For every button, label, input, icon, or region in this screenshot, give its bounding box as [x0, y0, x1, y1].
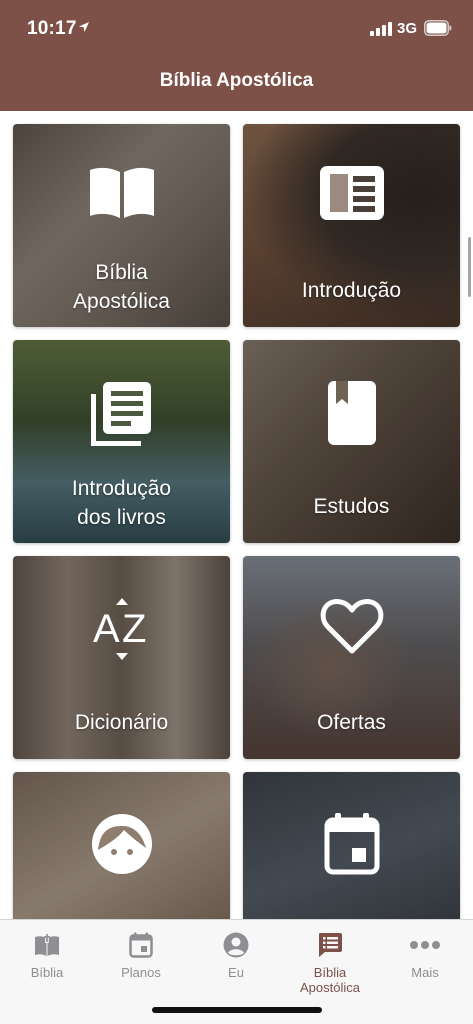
tab-label: Bíblia Apostólica — [300, 965, 360, 995]
tab-label: Bíblia — [30, 965, 64, 980]
app-header: 10:17 3G Bíblia Apostólica — [0, 0, 473, 111]
tile-introducao[interactable]: Introdução — [243, 124, 460, 327]
tile-label: Bíblia Apostólica — [73, 261, 170, 313]
tile-label: Introdução dos livros — [71, 477, 172, 529]
battery-icon — [424, 20, 452, 36]
tile-label: Estudos — [313, 495, 390, 518]
document-icon — [243, 164, 460, 232]
tile-label: Dicionário — [74, 711, 169, 734]
face-icon — [13, 812, 230, 880]
chat-list-icon — [283, 930, 377, 960]
tile-estudos[interactable]: Estudos — [243, 340, 460, 543]
open-book-icon — [13, 164, 230, 232]
home-indicator[interactable] — [152, 1007, 322, 1013]
a-z-sort-icon: A Z — [13, 596, 230, 664]
tile-ofertas[interactable]: Ofertas — [243, 556, 460, 759]
person-icon — [189, 930, 283, 960]
tab-label: Planos — [121, 965, 161, 980]
status-time: 10:17 — [27, 18, 77, 39]
tab-eu[interactable]: Eu — [189, 930, 283, 990]
tile-introducao-dos-livros[interactable]: Introdução dos livros — [13, 340, 230, 543]
tab-label: Eu — [228, 965, 244, 980]
more-dots-icon — [378, 930, 472, 960]
calendar-icon — [243, 812, 460, 880]
tab-biblia[interactable]: Bíblia — [0, 930, 94, 990]
nav-title: Bíblia Apostólica — [159, 70, 314, 91]
tile-label: Ofertas — [317, 711, 386, 734]
scroll-indicator[interactable] — [468, 237, 471, 297]
location-arrow-icon — [79, 22, 89, 32]
svg-text:Z: Z — [122, 607, 146, 651]
calendar-icon — [94, 930, 188, 960]
book-list-icon — [13, 380, 230, 448]
signal-icon — [370, 22, 392, 36]
tab-mais[interactable]: Mais — [378, 930, 472, 990]
network-type: 3G — [397, 20, 418, 37]
status-bar: 10:17 3G — [0, 0, 473, 58]
tab-label: Mais — [411, 965, 439, 980]
tile-plano-de-leitura[interactable] — [243, 772, 460, 919]
tile-label: Introdução — [301, 279, 402, 302]
bible-icon — [0, 930, 94, 960]
tile-personagens[interactable] — [13, 772, 230, 919]
svg-text:A: A — [93, 607, 120, 651]
tile-biblia-apostolica[interactable]: Bíblia Apostólica — [13, 124, 230, 327]
menu-grid: Bíblia Apostólica Introdução Introdução … — [0, 111, 473, 919]
tab-planos[interactable]: Planos — [94, 930, 188, 990]
bookmark-book-icon — [243, 380, 460, 448]
heart-icon — [243, 596, 460, 664]
tab-biblia-apostolica[interactable]: Bíblia Apostólica — [283, 930, 377, 995]
tile-dicionario[interactable]: A Z Dicionário — [13, 556, 230, 759]
